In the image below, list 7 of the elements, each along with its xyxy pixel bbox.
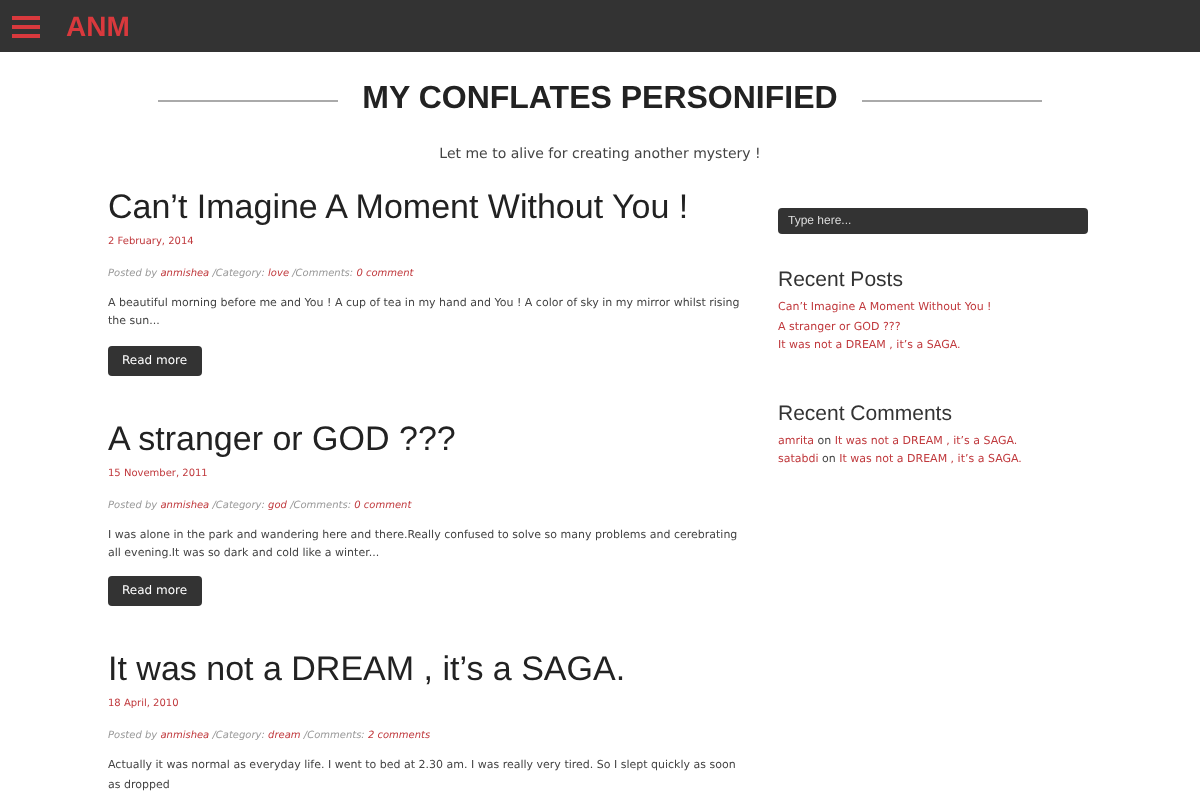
widget-heading: Recent Posts xyxy=(778,268,905,292)
site-title: MY CONFLATES PERSONIFIED xyxy=(362,82,838,118)
post-title[interactable]: A stranger or GOD ??? xyxy=(108,419,748,460)
post-title[interactable]: Can’t Imagine A Moment Without You ! xyxy=(108,188,748,228)
menu-icon[interactable] xyxy=(12,15,40,37)
post-title[interactable]: It was not a DREAM , it’s a SAGA. xyxy=(108,650,748,691)
widget-heading: Recent Comments xyxy=(778,401,954,425)
